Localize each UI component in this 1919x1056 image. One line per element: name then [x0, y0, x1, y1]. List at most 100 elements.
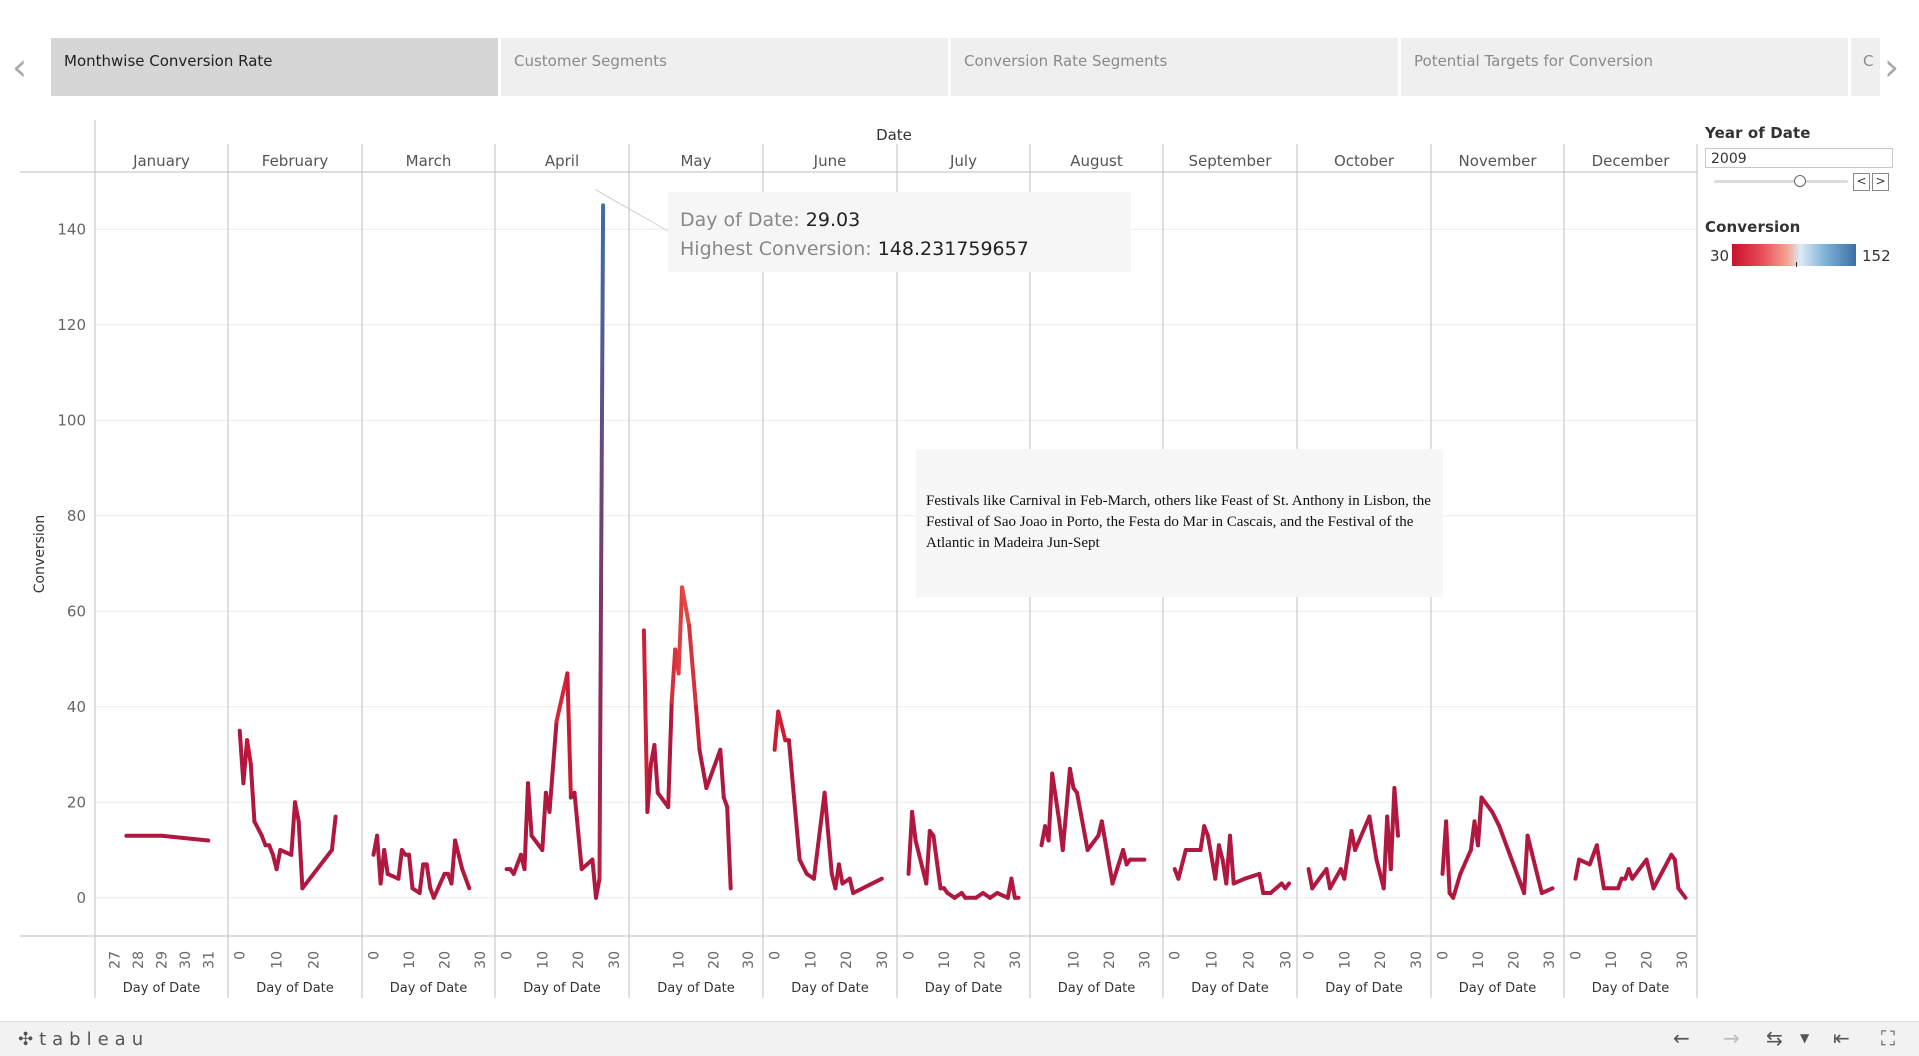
conversion-line-segment — [924, 829, 932, 886]
conversion-line-segment — [1476, 795, 1484, 848]
x-tick-label: 30 — [1137, 951, 1153, 969]
month-header-label: November — [1458, 152, 1537, 170]
x-tick-label: 20 — [1102, 951, 1118, 969]
conversion-line-segment — [786, 738, 802, 862]
x-tick-label: 20 — [1639, 951, 1655, 969]
conversion-line-segment — [1268, 881, 1284, 895]
conversion-line-segment — [822, 790, 834, 876]
data-point — [1444, 819, 1448, 823]
x-tick-label: 20 — [1373, 951, 1389, 969]
data-point — [396, 877, 400, 881]
year-slider-track[interactable] — [1714, 180, 1848, 183]
x-axis-title: Day of Date — [1058, 981, 1136, 996]
data-point — [530, 834, 534, 838]
data-point — [1176, 877, 1180, 881]
tab-monthwise-conversion-rate[interactable]: Monthwise Conversion Rate — [51, 38, 498, 96]
year-next-button[interactable]: > — [1872, 173, 1889, 191]
data-point — [830, 872, 834, 876]
data-point — [1287, 882, 1291, 886]
tableau-logo-text: tableau — [39, 1029, 150, 1050]
data-point — [565, 671, 569, 675]
tooltip-conversion-label: Highest Conversion: — [680, 238, 872, 260]
conversion-line-segment — [449, 838, 458, 886]
conversion-line-segment — [289, 800, 297, 857]
reset-icon[interactable]: ⇤ — [1833, 1026, 1850, 1050]
tab-customer-segments[interactable]: Customer Segments — [501, 38, 948, 96]
data-point — [1184, 848, 1188, 852]
tab-scroll-right-button[interactable]: › — [1884, 48, 1899, 86]
conversion-line-segment — [460, 867, 472, 891]
x-tick-label: 30 — [607, 951, 623, 969]
data-point — [1057, 819, 1061, 823]
data-point — [1125, 862, 1129, 866]
conversion-line-segment — [666, 700, 674, 810]
data-point — [249, 762, 253, 766]
conversion-line-segment — [1353, 814, 1372, 852]
x-tick-label: 0 — [1436, 951, 1452, 960]
data-point — [1243, 877, 1247, 881]
conversion-line-segment — [797, 857, 809, 876]
data-point — [823, 791, 827, 795]
tab-conversion-rate-segments[interactable]: Conversion Rate Segments — [951, 38, 1398, 96]
data-point — [386, 872, 390, 876]
data-point — [540, 848, 544, 852]
x-tick-label: 30 — [741, 951, 757, 969]
data-point — [293, 800, 297, 804]
y-tick-label: 60 — [67, 602, 86, 620]
x-tick-label: 10 — [1604, 951, 1620, 969]
data-point — [241, 781, 245, 785]
data-point — [526, 781, 530, 785]
conversion-line-segment — [1451, 871, 1463, 900]
x-tick-label: 30 — [1278, 951, 1294, 969]
tableau-logo[interactable]: ✣tableau — [18, 1029, 149, 1050]
data-point — [453, 839, 457, 843]
fullscreen-icon[interactable]: ⛶ — [1881, 1026, 1895, 1050]
year-slider[interactable]: < > — [1705, 170, 1915, 196]
data-point — [1096, 834, 1100, 838]
conversion-line-segment — [931, 833, 943, 891]
conversion-line-segment — [1306, 867, 1315, 891]
x-tick-label: 10 — [1337, 951, 1353, 969]
year-slider-handle[interactable] — [1794, 175, 1806, 187]
revert-dropdown-icon[interactable]: ▼ — [1800, 1031, 1809, 1045]
data-point — [841, 882, 845, 886]
data-point — [1339, 867, 1343, 871]
data-point — [907, 872, 911, 876]
x-tick-label: 30 — [178, 951, 194, 969]
y-tick-label: 100 — [57, 411, 86, 429]
year-previous-button[interactable]: < — [1853, 173, 1870, 191]
undo-icon[interactable]: ← — [1673, 1026, 1690, 1050]
data-point — [704, 786, 708, 790]
data-point — [1595, 843, 1599, 847]
data-point — [1480, 796, 1484, 800]
data-point — [418, 891, 422, 895]
month-header-label: August — [1070, 152, 1123, 170]
festival-annotation: Festivals like Carnival in Feb-March, ot… — [916, 449, 1443, 597]
tab-potential-targets[interactable]: Potential Targets for Conversion — [1401, 38, 1848, 96]
data-point — [238, 729, 242, 733]
data-point — [939, 886, 943, 890]
x-tick-label: 20 — [1241, 951, 1257, 969]
year-filter-dropdown[interactable]: 2009 — [1705, 148, 1893, 168]
tab-scroll-left-button[interactable]: ‹ — [12, 48, 27, 86]
data-point — [1392, 786, 1396, 790]
data-point — [924, 882, 928, 886]
month-header-label: July — [949, 152, 977, 170]
x-tick-label: 20 — [306, 951, 322, 969]
conversion-line-segment — [676, 585, 685, 676]
conversion-line-segment — [1367, 814, 1379, 862]
x-tick-label: 30 — [1675, 951, 1691, 969]
tooltip-day-value: 29.03 — [805, 209, 861, 231]
data-point — [1616, 886, 1620, 890]
data-point — [428, 886, 432, 890]
tab-overflow[interactable]: C — [1851, 38, 1880, 96]
month-header-label: September — [1189, 152, 1273, 170]
conversion-line-segment — [300, 848, 334, 891]
data-point — [1497, 824, 1501, 828]
data-point — [942, 886, 946, 890]
revert-icon[interactable]: ⇆ — [1766, 1026, 1783, 1050]
data-point — [1072, 786, 1076, 790]
redo-icon[interactable]: → — [1723, 1026, 1740, 1050]
conversion-line-segment — [725, 805, 733, 891]
x-axis-title: Day of Date — [1191, 981, 1269, 996]
